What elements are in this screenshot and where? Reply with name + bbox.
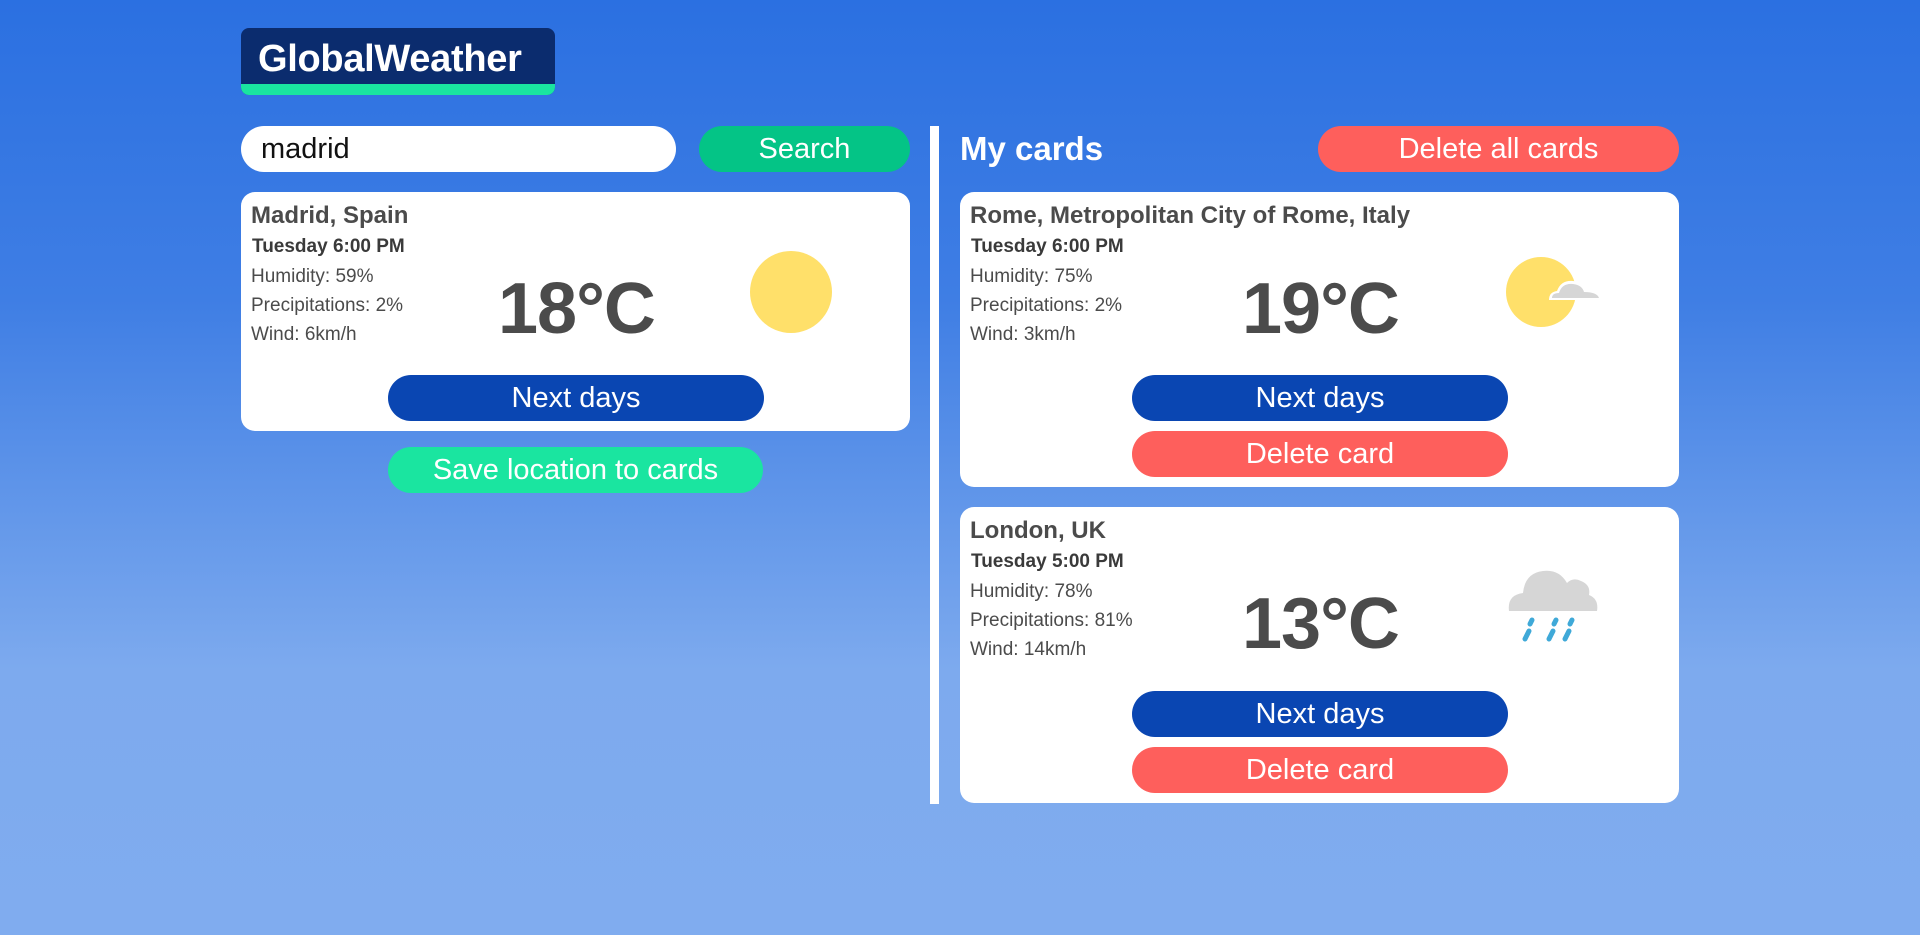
sun-cloud-icon	[1505, 254, 1605, 330]
search-button[interactable]: Search	[699, 126, 910, 172]
card-time: Tuesday 5:00 PM	[971, 551, 1124, 572]
card-temperature: 13°C	[1242, 584, 1400, 664]
card-location: London, UK	[970, 517, 1106, 544]
card-precipitations: Precipitations: 2%	[251, 295, 404, 316]
current-weather-card: Madrid, Spain Tuesday 6:00 PM Humidity: …	[241, 192, 910, 431]
sun-icon	[749, 250, 833, 334]
next-days-button[interactable]: Next days	[1132, 691, 1508, 737]
card-temperature: 19°C	[1242, 269, 1400, 349]
delete-card-button[interactable]: Delete card	[1132, 747, 1508, 793]
card-time: Tuesday 6:00 PM	[252, 236, 405, 257]
card-humidity: Humidity: 59%	[251, 266, 374, 287]
rain-cloud-icon	[1505, 559, 1600, 649]
panel-divider	[930, 126, 939, 804]
delete-all-cards-button[interactable]: Delete all cards	[1318, 126, 1679, 172]
card-precipitations: Precipitations: 81%	[970, 610, 1133, 631]
card-temperature: 18°C	[498, 269, 656, 349]
card-wind: Wind: 3km/h	[970, 324, 1076, 345]
card-location: Rome, Metropolitan City of Rome, Italy	[970, 202, 1411, 229]
next-days-button[interactable]: Next days	[388, 375, 764, 421]
search-input[interactable]	[241, 126, 676, 172]
next-days-button[interactable]: Next days	[1132, 375, 1508, 421]
card-time: Tuesday 6:00 PM	[971, 236, 1124, 257]
app-title: GlobalWeather	[258, 38, 522, 80]
logo-underline	[241, 84, 555, 95]
save-location-button[interactable]: Save location to cards	[388, 447, 763, 493]
card-wind: Wind: 14km/h	[970, 639, 1087, 660]
card-location: Madrid, Spain	[251, 202, 409, 229]
saved-card: Rome, Metropolitan City of Rome, Italy T…	[960, 192, 1679, 487]
app-logo: GlobalWeather	[241, 28, 555, 95]
card-precipitations: Precipitations: 2%	[970, 295, 1123, 316]
saved-card: London, UK Tuesday 5:00 PM Humidity: 78%…	[960, 507, 1679, 803]
my-cards-title: My cards	[960, 130, 1104, 167]
card-wind: Wind: 6km/h	[251, 324, 357, 345]
delete-card-button[interactable]: Delete card	[1132, 431, 1508, 477]
card-humidity: Humidity: 75%	[970, 266, 1093, 287]
card-humidity: Humidity: 78%	[970, 581, 1093, 602]
